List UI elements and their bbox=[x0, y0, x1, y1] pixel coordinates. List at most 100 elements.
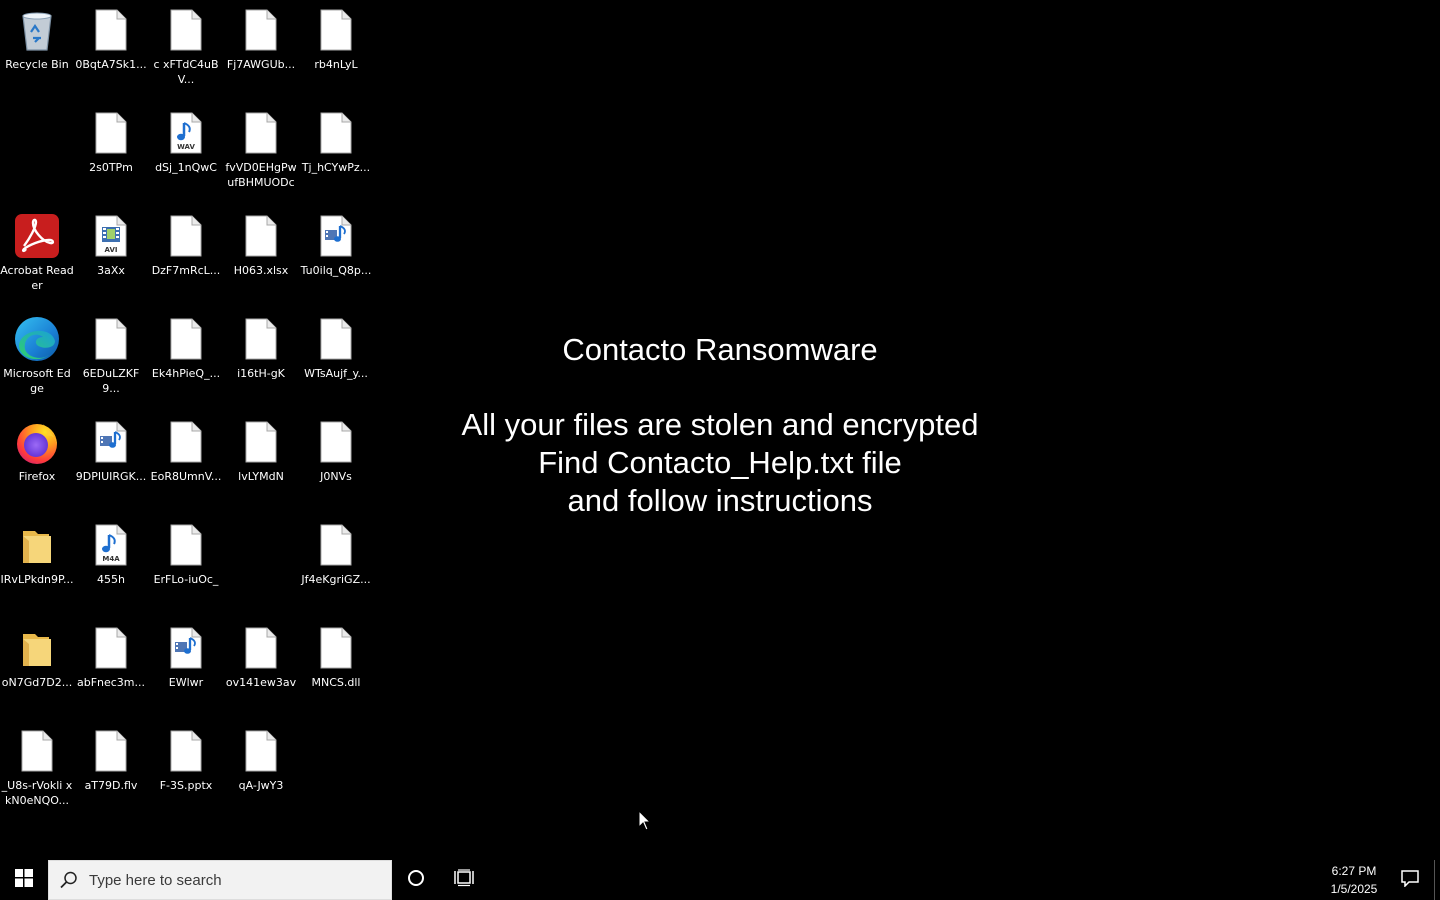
document-file-icon bbox=[87, 6, 135, 54]
desktop-icon[interactable]: 9DPIUIRGK... bbox=[74, 412, 148, 512]
desktop-icon[interactable]: DzF7mRcL... bbox=[149, 206, 223, 306]
desktop-icon[interactable]: Fj7AWGUb... bbox=[224, 0, 298, 100]
cortana-button[interactable] bbox=[392, 860, 440, 900]
desktop-icon[interactable]: J0NVs bbox=[299, 412, 373, 512]
desktop-icon-label: fvVD0EHgPw ufBHMUODc bbox=[225, 161, 297, 189]
desktop-icon[interactable]: _U8s-rVokli xkN0eNQO... bbox=[0, 721, 74, 821]
desktop-icon-label: Recycle Bin bbox=[5, 58, 69, 71]
desktop-icon[interactable]: ErFLo-iuOc_ bbox=[149, 515, 223, 615]
desktop-icon-label: Firefox bbox=[18, 470, 56, 483]
desktop-icon-label: 0BqtA7Sk1... bbox=[75, 58, 147, 71]
mouse-cursor-icon bbox=[638, 809, 652, 836]
start-button[interactable] bbox=[0, 860, 48, 900]
desktop-icon[interactable]: qA-JwY3 bbox=[224, 721, 298, 821]
desktop-icon[interactable]: Ek4hPieQ_... bbox=[149, 309, 223, 409]
desktop-icon[interactable]: 0BqtA7Sk1... bbox=[74, 0, 148, 100]
desktop-icon-label: 2s0TPm bbox=[89, 161, 133, 174]
document-file-icon bbox=[312, 418, 360, 466]
desktop-icon-label: EWlwr bbox=[168, 676, 204, 689]
desktop-icon-label: IRvLPkdn9P... bbox=[0, 573, 74, 586]
document-file-icon bbox=[312, 109, 360, 157]
desktop-icon[interactable]: c xFTdC4uBV... bbox=[149, 0, 223, 100]
desktop-icon[interactable]: MNCS.dll bbox=[299, 618, 373, 718]
desktop-icon[interactable]: Microsoft Edge bbox=[0, 309, 74, 409]
desktop-icon-label: F-3S.pptx bbox=[159, 779, 213, 792]
desktop-icon[interactable]: Acrobat Reader bbox=[0, 206, 74, 306]
document-file-icon bbox=[162, 315, 210, 363]
taskbar: Type here to search 6:27 PM 1/5/2025 bbox=[0, 860, 1440, 900]
desktop-icon[interactable]: oN7Gd7D2... bbox=[0, 618, 74, 718]
desktop-icon[interactable]: Tj_hCYwPz... bbox=[299, 103, 373, 203]
desktop-icon[interactable]: M4A 455h bbox=[74, 515, 148, 615]
desktop-icon-label: lvLYMdN bbox=[238, 470, 284, 483]
desktop-icon[interactable]: AVI 3aXx bbox=[74, 206, 148, 306]
show-desktop-button[interactable] bbox=[1434, 860, 1440, 900]
desktop-icon-label: 455h bbox=[97, 573, 125, 586]
edge-browser-icon bbox=[13, 315, 61, 363]
desktop-icon[interactable]: WAV dSj_1nQwC bbox=[149, 103, 223, 203]
desktop-icon[interactable]: IRvLPkdn9P... bbox=[0, 515, 74, 615]
desktop-icon[interactable]: Tu0ilq_Q8p... bbox=[299, 206, 373, 306]
document-file-icon bbox=[87, 727, 135, 775]
desktop-icon-label: EoR8UmnV... bbox=[150, 470, 222, 483]
desktop-icon-label: 6EDuLZKF9... bbox=[82, 367, 140, 395]
recycle-bin-icon bbox=[13, 6, 61, 54]
desktop-icon[interactable]: H063.xlsx bbox=[224, 206, 298, 306]
media-file-icon bbox=[87, 418, 135, 466]
folder-icon bbox=[13, 624, 61, 672]
desktop-icon[interactable]: WTsAujf_y... bbox=[299, 309, 373, 409]
document-file-icon bbox=[312, 315, 360, 363]
desktop-icon-label: MNCS.dll bbox=[311, 676, 361, 689]
desktop-icon[interactable]: aT79D.flv bbox=[74, 721, 148, 821]
desktop-icon[interactable]: ov141ew3av bbox=[224, 618, 298, 718]
task-view-button[interactable] bbox=[440, 860, 488, 900]
document-file-icon bbox=[87, 315, 135, 363]
desktop-icon[interactable]: i16tH-gK bbox=[224, 309, 298, 409]
document-file-icon bbox=[237, 212, 285, 260]
desktop-icon[interactable]: abFnec3m... bbox=[74, 618, 148, 718]
desktop[interactable]: Recycle Bin 0BqtA7Sk1... c xFTdC4uBV... Fj7… bbox=[0, 0, 1440, 860]
document-file-icon bbox=[87, 624, 135, 672]
desktop-icon[interactable]: fvVD0EHgPw ufBHMUODc bbox=[224, 103, 298, 203]
media-file-icon bbox=[162, 624, 210, 672]
desktop-icon-label: 9DPIUIRGK... bbox=[75, 470, 147, 483]
document-file-icon bbox=[87, 109, 135, 157]
desktop-icon-label: Ek4hPieQ_... bbox=[151, 367, 221, 380]
desktop-icon[interactable]: Recycle Bin bbox=[0, 0, 74, 100]
video-file-icon: AVI bbox=[87, 212, 135, 260]
ransom-line-2: Find Contacto_Help.txt file bbox=[538, 445, 902, 480]
document-file-icon bbox=[13, 727, 61, 775]
desktop-icon-label: c xFTdC4uBV... bbox=[153, 58, 219, 86]
ransom-title: Contacto Ransomware bbox=[562, 332, 878, 367]
document-file-icon bbox=[237, 418, 285, 466]
desktop-icon[interactable]: EWlwr bbox=[149, 618, 223, 718]
acrobat-reader-icon bbox=[13, 212, 61, 260]
desktop-icon-label: oN7Gd7D2... bbox=[1, 676, 73, 689]
document-file-icon bbox=[237, 624, 285, 672]
taskbar-search-box[interactable]: Type here to search bbox=[48, 860, 392, 900]
desktop-icon[interactable]: 6EDuLZKF9... bbox=[74, 309, 148, 409]
document-file-icon bbox=[162, 521, 210, 569]
search-placeholder: Type here to search bbox=[89, 871, 222, 889]
ransom-line-3: and follow instructions bbox=[567, 483, 873, 518]
action-center-button[interactable] bbox=[1390, 860, 1430, 900]
document-file-icon bbox=[237, 315, 285, 363]
desktop-icon[interactable]: 2s0TPm bbox=[74, 103, 148, 203]
desktop-icon-label: Jf4eKgriGZ... bbox=[301, 573, 371, 586]
desktop-icon[interactable]: EoR8UmnV... bbox=[149, 412, 223, 512]
desktop-icon[interactable]: rb4nLyL bbox=[299, 0, 373, 100]
desktop-icon[interactable]: F-3S.pptx bbox=[149, 721, 223, 821]
desktop-icon[interactable]: Firefox bbox=[0, 412, 74, 512]
firefox-icon bbox=[13, 418, 61, 466]
desktop-icon[interactable]: lvLYMdN bbox=[224, 412, 298, 512]
media-file-icon bbox=[312, 212, 360, 260]
taskbar-clock[interactable]: 6:27 PM 1/5/2025 bbox=[1318, 860, 1390, 900]
ransom-message: All your files are stolen and encrypted … bbox=[420, 406, 1020, 520]
document-file-icon bbox=[312, 521, 360, 569]
desktop-icon[interactable]: Jf4eKgriGZ... bbox=[299, 515, 373, 615]
desktop-icon-label: Tu0ilq_Q8p... bbox=[300, 264, 372, 277]
cortana-circle-icon bbox=[407, 869, 425, 891]
document-file-icon bbox=[162, 6, 210, 54]
desktop-icon-label: _U8s-rVokli xkN0eNQO... bbox=[1, 779, 73, 807]
document-file-icon bbox=[162, 212, 210, 260]
